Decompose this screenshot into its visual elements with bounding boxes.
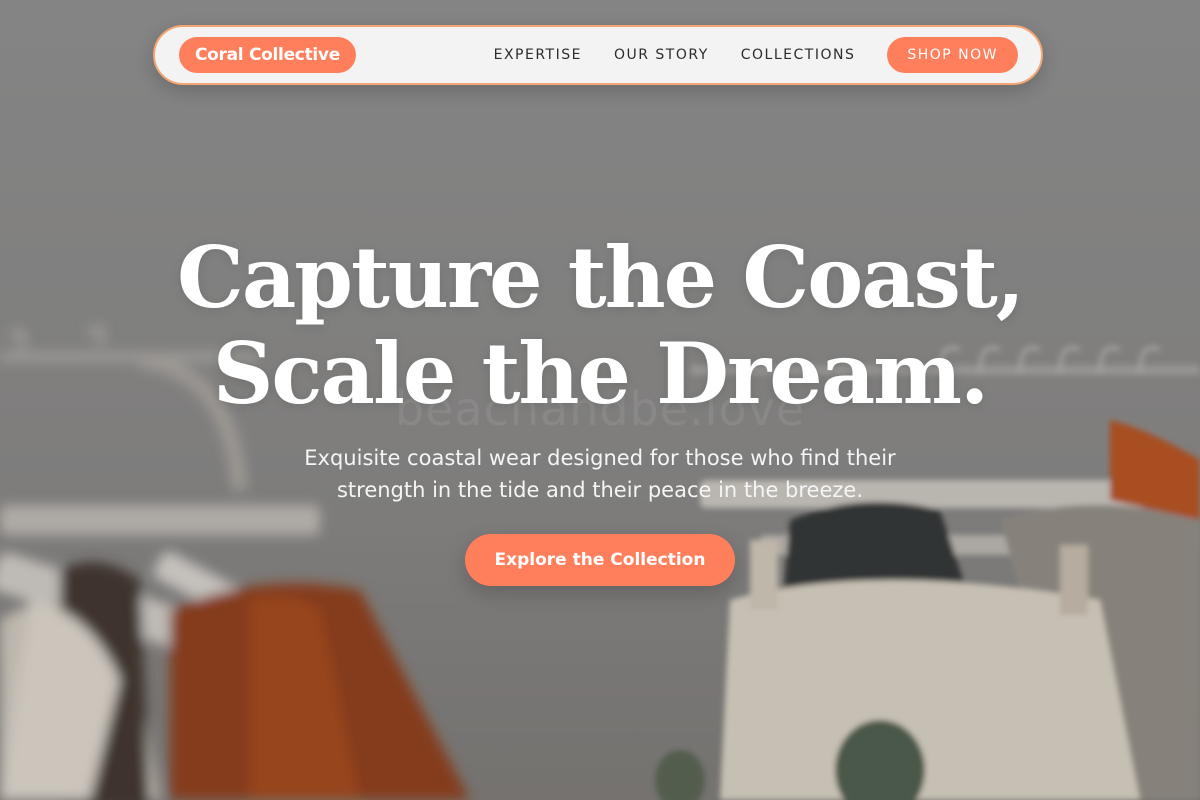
brand-logo[interactable]: Coral Collective — [179, 37, 356, 73]
hero-headline: Capture the Coast, Scale the Dream. — [0, 230, 1200, 422]
top-navigation-bar: Coral Collective EXPERTISE OUR STORY COL… — [153, 25, 1043, 85]
shop-now-button[interactable]: SHOP NOW — [887, 37, 1018, 73]
nav-link-expertise[interactable]: EXPERTISE — [494, 47, 582, 63]
nav-link-collections[interactable]: COLLECTIONS — [741, 47, 856, 63]
headline-line-1: Capture the Coast, — [176, 228, 1025, 327]
nav-link-our-story[interactable]: OUR STORY — [614, 47, 709, 63]
nav-links: EXPERTISE OUR STORY COLLECTIONS SHOP NOW — [494, 37, 1018, 73]
hero-section: beachandbe.love Coral Collective EXPERTI… — [0, 0, 1200, 800]
explore-collection-button[interactable]: Explore the Collection — [465, 534, 735, 586]
headline-line-2: Scale the Dream. — [212, 324, 990, 423]
hero-subtitle: Exquisite coastal wear designed for thos… — [304, 446, 896, 502]
